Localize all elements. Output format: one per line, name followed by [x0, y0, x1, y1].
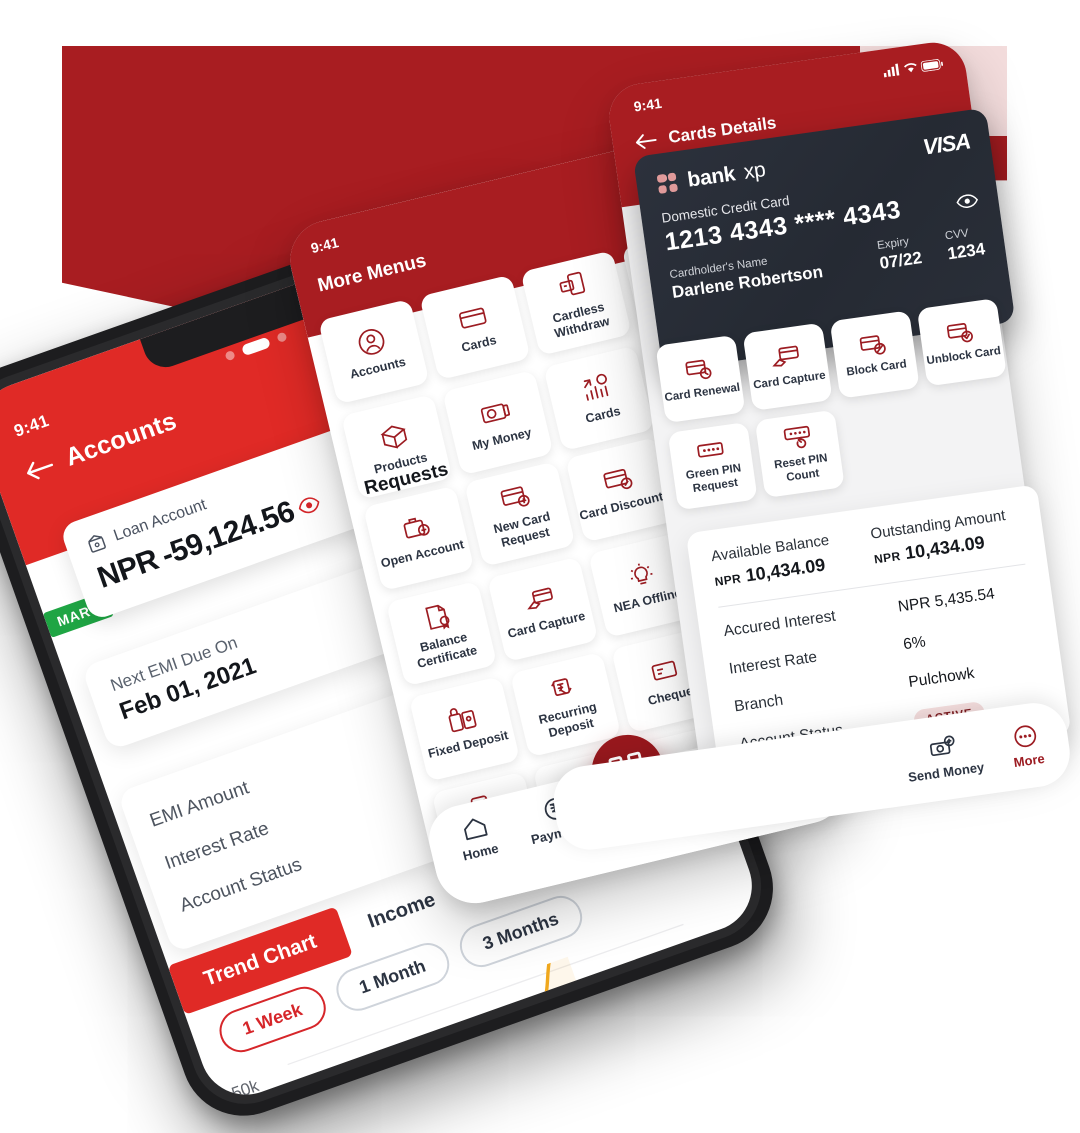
- info-key: Interest Rate: [727, 648, 819, 678]
- tile-fixed-deposit[interactable]: Fixed Deposit: [408, 676, 521, 782]
- action-label: Unblock Card: [925, 344, 1002, 368]
- action-reset-pin-count[interactable]: Reset PIN Count: [754, 409, 845, 499]
- recurring-deposit-icon: [551, 678, 572, 697]
- tile-label: Recurring Deposit: [537, 699, 599, 740]
- card-network: VISA: [921, 128, 972, 160]
- dot: [224, 349, 236, 362]
- cheque-icon: [651, 661, 678, 681]
- card-capture-icon: [772, 345, 799, 367]
- nav-label: More: [1012, 750, 1046, 771]
- nav-label: Send Money: [907, 759, 986, 785]
- tile-label: Card Discounts: [578, 488, 672, 524]
- tile-label: Cards: [584, 404, 622, 427]
- action-label: Block Card: [845, 358, 908, 379]
- action-card-renewal[interactable]: Card Renewal: [655, 334, 746, 424]
- block-card-icon: [859, 335, 886, 355]
- tile-cards-trend[interactable]: Cards: [543, 345, 655, 452]
- action-green-pin-request[interactable]: Green PIN Request: [667, 421, 758, 511]
- card-discount-icon: [603, 469, 633, 490]
- outstanding-amount-block: Outstanding Amount NPR 10,434.09: [869, 507, 1010, 569]
- box-icon: [380, 425, 408, 449]
- home-icon: [464, 818, 488, 841]
- action-label: Card Renewal: [663, 381, 741, 405]
- tile-open-account[interactable]: Open Account: [362, 485, 475, 592]
- tile-label: NEA Offline: [612, 586, 683, 616]
- certificate-icon: [425, 604, 450, 631]
- action-card-capture[interactable]: Card Capture: [742, 322, 833, 411]
- tile-balance-certificate[interactable]: Balance Certificate: [385, 580, 498, 687]
- card-brand-name2: xp: [742, 158, 767, 184]
- money-icon: [480, 403, 511, 424]
- card-icon: [459, 307, 487, 329]
- info-key: Branch: [733, 691, 785, 716]
- tile-new-card-request[interactable]: New Card Request: [464, 461, 576, 567]
- action-block-card[interactable]: Block Card: [829, 310, 920, 399]
- arrow-left-icon[interactable]: [22, 453, 58, 484]
- nav-item-more[interactable]: More: [1009, 722, 1046, 770]
- balance-amount: 10,434.09: [744, 554, 827, 586]
- new-card-icon: [500, 486, 530, 507]
- tile-card-capture[interactable]: Card Capture: [486, 556, 599, 663]
- send-money-icon: [929, 735, 955, 757]
- x-tick: Jan 07: [590, 1090, 645, 1107]
- cvv-value: 1234: [946, 239, 987, 264]
- bulb-icon: [630, 563, 653, 585]
- unblock-card-icon: [946, 322, 973, 343]
- tile-label: Fixed Deposit: [426, 728, 510, 762]
- cvv-block: CVV 1234: [944, 225, 986, 264]
- chart-up-icon: [583, 374, 609, 402]
- card-capture-icon: [527, 587, 553, 610]
- card-brand: bank xp: [655, 158, 767, 197]
- card-brand-name1: bank: [686, 162, 737, 192]
- eye-icon[interactable]: [296, 494, 322, 516]
- tile-my-money[interactable]: My Money: [442, 369, 554, 476]
- tile-label: My Money: [470, 425, 533, 454]
- tile-label: Cardless Withdraw: [551, 299, 611, 341]
- card-renewal-icon: [685, 359, 712, 379]
- nav-item-home[interactable]: Home: [455, 812, 501, 864]
- wifi-icon: [904, 63, 917, 73]
- tile-label: New Card Request: [492, 509, 552, 550]
- open-account-icon: [403, 517, 430, 539]
- showcase-stage: 9:41 Accounts MARY Loan Account NPR -59,1…: [0, 0, 1080, 1133]
- expiry-value: 07/22: [878, 248, 924, 273]
- tile-label: Balance Certificate: [415, 630, 479, 671]
- nav-label: Home: [461, 840, 501, 864]
- eye-icon[interactable]: [955, 192, 979, 209]
- info-key: Accured Interest: [722, 607, 837, 641]
- expiry-block: Expiry 07/22: [876, 234, 923, 274]
- tile-label: Card Capture: [506, 609, 587, 642]
- reset-pin-icon: [783, 426, 811, 449]
- available-balance-block: Available Balance NPR 10,434.09: [710, 532, 834, 591]
- nav-item-send-money[interactable]: Send Money: [903, 731, 985, 785]
- bankxp-logo-icon: [656, 172, 678, 194]
- balance-currency: NPR: [713, 571, 743, 589]
- tile-label: Cards: [460, 333, 498, 356]
- tile-label: Accounts: [348, 354, 408, 382]
- tile-label: Open Account: [379, 537, 466, 571]
- battery-icon: [920, 58, 943, 72]
- more-dots-icon: [1014, 725, 1037, 748]
- pin-icon: [697, 442, 724, 458]
- action-label: Card Capture: [752, 369, 827, 392]
- cardless-withdraw-icon: [559, 271, 586, 296]
- action-label: Reset PIN Count: [773, 452, 829, 484]
- arrow-left-icon[interactable]: [634, 132, 658, 151]
- balance-currency: NPR: [873, 548, 902, 567]
- signal-icon: [883, 63, 900, 78]
- bank-icon: [88, 535, 106, 553]
- user-circle-icon: [358, 329, 385, 356]
- action-unblock-card[interactable]: Unblock Card: [916, 298, 1007, 387]
- balance-amount: 10,434.09: [903, 532, 986, 564]
- chart-x-axis: Jan 01 Jan 07: [355, 1090, 644, 1107]
- fixed-deposit-icon: [448, 708, 477, 733]
- action-label: Green PIN Request: [685, 462, 742, 495]
